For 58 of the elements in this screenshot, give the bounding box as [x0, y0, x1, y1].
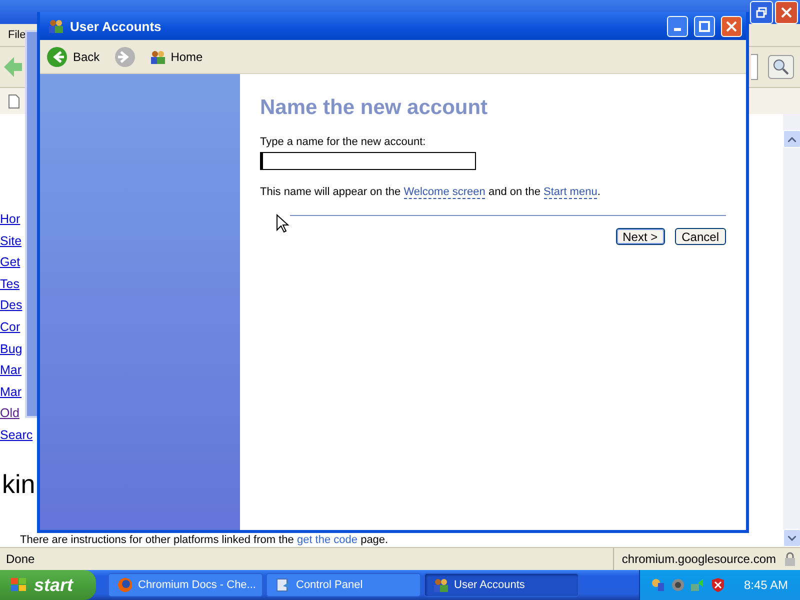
page-link[interactable]: Old	[0, 403, 20, 425]
users-icon	[48, 18, 64, 34]
scroll-up-button[interactable]	[783, 130, 800, 148]
restore-icon	[756, 6, 767, 18]
cursor-icon	[276, 214, 290, 234]
search-field[interactable]	[751, 54, 758, 80]
scroll-down-button[interactable]	[783, 529, 800, 547]
windows-logo-icon	[10, 577, 28, 593]
page-link[interactable]: Bug	[0, 338, 22, 360]
menu-item[interactable]: File	[6, 29, 28, 41]
page-link[interactable]: Mar	[0, 360, 22, 382]
dialog-button[interactable]: Next >	[616, 228, 665, 245]
browser-icon	[117, 577, 133, 593]
back-button[interactable]: Back	[44, 46, 102, 68]
close-button[interactable]	[775, 0, 798, 24]
help-text: This name will appear on the Welcome screen and on the Start menu.	[260, 186, 602, 198]
minimize-icon	[674, 28, 681, 30]
page-link[interactable]: Hor	[0, 209, 20, 231]
speaker-icon[interactable]	[670, 577, 686, 593]
page-link[interactable]: Get	[0, 252, 20, 274]
shield-icon[interactable]	[710, 577, 726, 593]
page-link[interactable]: Des	[0, 295, 22, 317]
maximize-icon	[699, 20, 710, 32]
page-link[interactable]: Searc	[0, 424, 33, 447]
page-heading: kin	[2, 468, 36, 500]
dialog-button[interactable]: Cancel	[674, 228, 726, 245]
status-url: chromium.googlesource.com	[622, 552, 776, 566]
window-title: User Accounts	[70, 18, 162, 34]
close-icon	[781, 6, 792, 18]
clock: 8:45 AM	[744, 578, 788, 592]
taskbar-button[interactable]: Control Panel	[266, 573, 421, 597]
tray-icon[interactable]	[650, 577, 666, 593]
page-heading: Name the new account	[260, 96, 489, 120]
status-text: Done	[5, 552, 35, 566]
field-label: Type a name for the new account:	[260, 136, 427, 148]
page-link[interactable]: Cor	[0, 316, 20, 339]
close-button[interactable]	[721, 16, 742, 36]
maximize-button[interactable]	[694, 16, 715, 36]
close-icon	[726, 20, 737, 32]
search-icon[interactable]	[768, 55, 794, 79]
taskbar-button[interactable]: Chromium Docs - Che...	[108, 573, 263, 597]
users-icon	[433, 577, 449, 593]
lock-icon	[784, 552, 796, 566]
page-link[interactable]: Mar	[0, 382, 22, 404]
home-button[interactable]: Home	[148, 48, 205, 64]
taskbar-button[interactable]: User Accounts	[424, 573, 579, 597]
document-icon	[8, 94, 20, 108]
page-link[interactable]: get the code	[296, 534, 358, 546]
restore-button[interactable]	[750, 0, 773, 24]
help-link[interactable]: Start menu	[544, 186, 598, 199]
help-link[interactable]: Welcome screen	[404, 186, 486, 199]
page-link[interactable]: Site	[0, 230, 22, 252]
minimize-button[interactable]	[667, 16, 688, 36]
control-panel-icon	[275, 577, 291, 593]
users-icon	[150, 48, 166, 64]
name-field[interactable]	[260, 152, 476, 170]
page-link[interactable]: Tes	[0, 274, 20, 296]
page-paragraph: There are instructions for other platforms linked from the get the code page.	[20, 534, 390, 546]
